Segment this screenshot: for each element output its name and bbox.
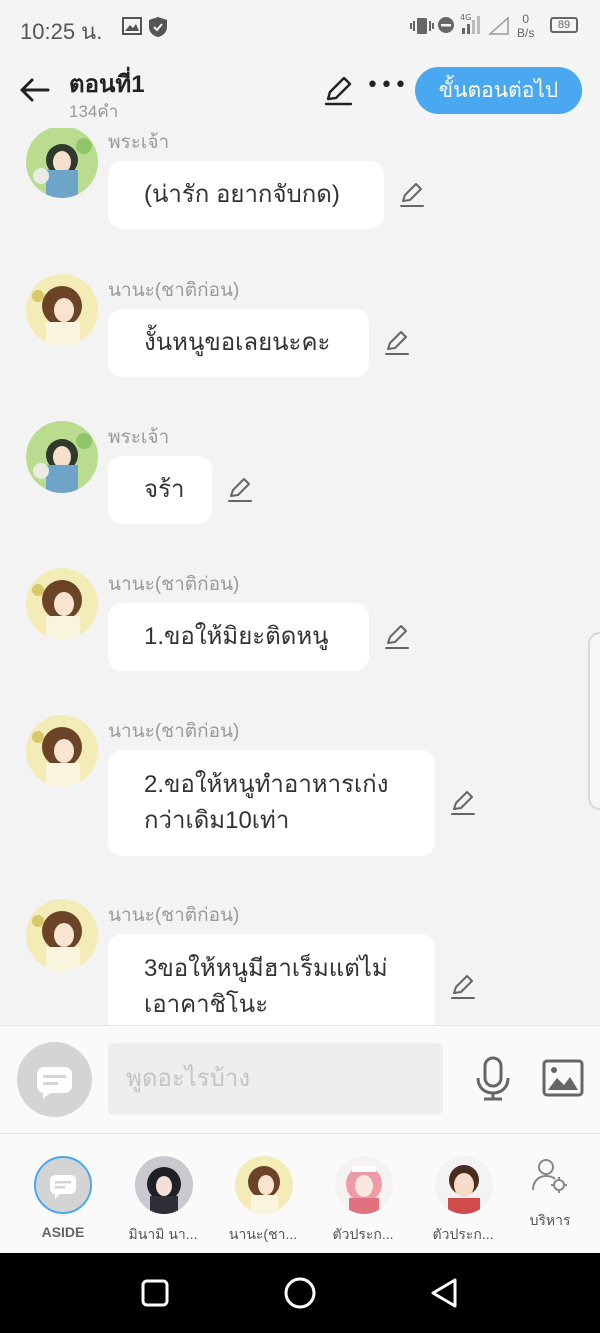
edit-message-icon[interactable] (383, 329, 411, 357)
edit-pencil-icon[interactable] (322, 75, 354, 107)
sender-name: พระเจ้า (108, 427, 170, 448)
character-label: ตัวประก... (332, 1226, 394, 1242)
character-nana[interactable]: นานะ(ชา... (213, 1134, 313, 1254)
user-settings-icon (532, 1159, 567, 1193)
character-aside[interactable]: ASIDE (0, 1134, 100, 1254)
message-input[interactable] (108, 1043, 443, 1115)
recents-square-icon[interactable] (137, 1275, 173, 1311)
sender-name: นานะ(ชาติก่อน) (108, 280, 240, 301)
avatar-nana[interactable] (26, 715, 98, 787)
character-extra-1[interactable]: ตัวประก... (313, 1134, 413, 1254)
story-editor-screen: 10:25 น. 4G 0 B/s 89 ตอนที่1 134คำ ••• ข… (0, 0, 600, 1333)
aside-chat-icon (37, 1067, 72, 1099)
side-drawer-handle[interactable] (588, 632, 600, 810)
avatar-boy (435, 1156, 493, 1214)
word-count: 134คำ (69, 102, 119, 121)
signal-empty-icon (488, 16, 509, 35)
sender-name: นานะ(ชาติก่อน) (108, 721, 240, 742)
status-time: 10:25 น. (20, 19, 103, 44)
edit-message-icon[interactable] (226, 476, 254, 504)
back-arrow-icon[interactable] (18, 73, 52, 107)
net-speed-unit: B/s (517, 26, 535, 40)
dnd-icon (438, 17, 454, 33)
status-bar: 10:25 น. 4G 0 B/s 89 (0, 0, 600, 55)
message-text: (น่ารัก อยากจับกด) (144, 181, 340, 208)
signal-4g-icon: 4G (460, 13, 480, 34)
battery-icon: 89 (550, 17, 578, 33)
next-step-button[interactable]: ขั้นตอนต่อไป (415, 67, 582, 114)
shield-icon (149, 17, 167, 37)
net-speed: 0 B/s (517, 12, 534, 40)
edit-message-icon[interactable] (449, 789, 477, 817)
vibrate-icon (410, 18, 434, 34)
character-extra-2[interactable]: ตัวประก... (413, 1134, 513, 1254)
message-text: จร้า (144, 476, 185, 503)
character-label: บริหาร (529, 1212, 571, 1228)
net-speed-value: 0 (522, 12, 530, 26)
header: ตอนที่1 134คำ ••• ขั้นตอนต่อไป (0, 55, 600, 128)
manage-characters-button[interactable]: บริหาร (500, 1134, 600, 1254)
character-label: นานะ(ชา... (228, 1226, 298, 1242)
input-bar (0, 1025, 600, 1133)
message-text: 1.ขอให้มิยะติดหนู (144, 623, 329, 650)
avatar-nana[interactable] (26, 568, 98, 640)
character-label: มินามิ นา... (128, 1226, 198, 1242)
message-bubble[interactable]: 2.ขอให้หนูทำอาหารเก่งกว่าเดิม10เท่า (108, 750, 435, 856)
character-label: ASIDE (41, 1224, 85, 1240)
message-text: งั้นหนูขอเลยนะคะ (144, 329, 331, 356)
image-upload-icon[interactable] (542, 1059, 584, 1097)
microphone-icon[interactable] (474, 1056, 512, 1102)
message-bubble[interactable]: 1.ขอให้มิยะติดหนู (108, 603, 369, 671)
edit-message-icon[interactable] (383, 623, 411, 651)
edit-message-icon[interactable] (398, 181, 426, 209)
sender-name: พระเจ้า (108, 132, 170, 153)
home-circle-icon[interactable] (282, 1275, 318, 1311)
message-bubble[interactable]: งั้นหนูขอเลยนะคะ (108, 309, 369, 377)
aside-toggle-button[interactable] (17, 1042, 92, 1117)
aside-chat-icon (50, 1175, 76, 1199)
aside-avatar (34, 1156, 92, 1214)
back-triangle-icon[interactable] (427, 1275, 463, 1311)
message-bubble[interactable]: จร้า (108, 456, 212, 524)
message-bubble[interactable]: 3ขอให้หนูมีฮาเร็มแต่ไม่เอาคาชิโนะ (108, 934, 435, 1025)
character-minami[interactable]: มินามิ นา... (113, 1134, 213, 1254)
network-type-label: 4G (460, 13, 471, 22)
avatar-nana[interactable] (26, 899, 98, 971)
sender-name: นานะ(ชาติก่อน) (108, 574, 240, 595)
avatar-minami (135, 1156, 193, 1214)
avatar-nana[interactable] (26, 274, 98, 346)
more-options-icon[interactable]: ••• (366, 73, 407, 105)
gallery-notification-icon (122, 17, 142, 35)
avatar-nana (235, 1156, 293, 1214)
sender-name: นานะ(ชาติก่อน) (108, 905, 240, 926)
avatar-god[interactable] (26, 128, 98, 198)
avatar-pink-hair (335, 1156, 393, 1214)
system-nav-bar (0, 1253, 600, 1333)
message-text: 2.ขอให้หนูทำอาหารเก่งกว่าเดิม10เท่า (144, 771, 389, 834)
character-bar: ASIDE มินามิ นา... นานะ(ชา... ตัวประก...… (0, 1133, 600, 1253)
message-text: 3ขอให้หนูมีฮาเร็มแต่ไม่เอาคาชิโนะ (144, 955, 388, 1018)
message-bubble[interactable]: (น่ารัก อยากจับกด) (108, 161, 384, 229)
character-label: ตัวประก... (432, 1226, 494, 1242)
battery-level: 89 (557, 19, 571, 31)
edit-message-icon[interactable] (449, 973, 477, 1001)
avatar-god[interactable] (26, 421, 98, 493)
chat-area[interactable]: พระเจ้า (น่ารัก อยากจับกด) นานะ(ชาติก่อน… (0, 128, 600, 1025)
